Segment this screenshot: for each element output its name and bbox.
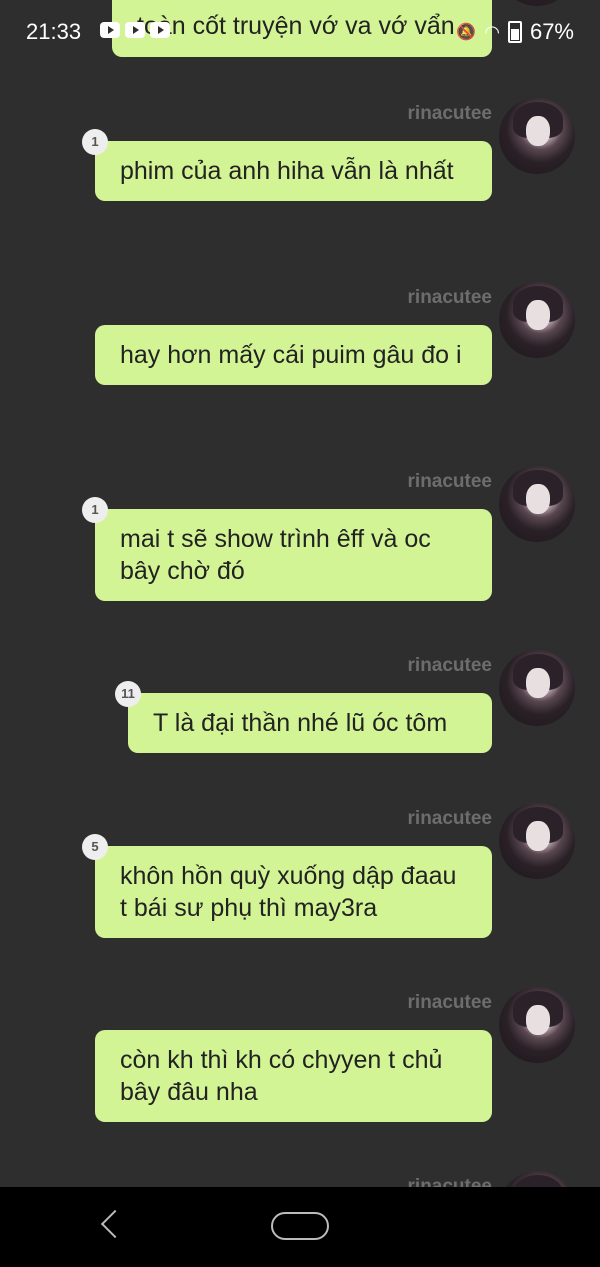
- message-bubble[interactable]: khôn hồn quỳ xuống dập đaau t bái sư phụ…: [95, 846, 492, 938]
- username: rinacutee: [407, 808, 492, 829]
- youtube-notification-icon: [150, 22, 170, 38]
- status-indicators: 🔕 ◠ 67%: [456, 19, 574, 45]
- username: rinacutee: [407, 992, 492, 1013]
- message-bubble[interactable]: mai t sẽ show trình êff và oc bây chờ đó: [95, 509, 492, 601]
- read-count-badge: 5: [82, 834, 108, 860]
- message-text: hay hơn mấy cái puim gâu đo i: [120, 341, 462, 369]
- home-icon[interactable]: [271, 1212, 329, 1240]
- youtube-notification-icon: [100, 22, 120, 38]
- battery-percent: 67%: [529, 19, 574, 44]
- status-bar: 21:33 🔕 ◠ 67%: [0, 0, 600, 62]
- read-count-badge: 1: [82, 129, 108, 155]
- message-text: T là đại thần nhé lũ óc tôm: [153, 709, 448, 737]
- read-count-badge: 11: [115, 681, 141, 707]
- username: rinacutee: [407, 471, 492, 492]
- message-text: mai t sẽ show trình êff và oc bây chờ đó: [120, 525, 431, 585]
- message-text: khôn hồn quỳ xuống dập đaau t bái sư phụ…: [120, 862, 457, 922]
- username: rinacutee: [407, 103, 492, 124]
- message-bubble[interactable]: còn kh thì kh có chyyen t chủ bây đâu nh…: [95, 1030, 492, 1122]
- username: rinacutee: [407, 287, 492, 308]
- status-time: 21:33: [26, 19, 82, 44]
- avatar[interactable]: [499, 282, 575, 358]
- message-bubble[interactable]: T là đại thần nhé lũ óc tôm: [128, 693, 492, 753]
- username: rinacutee: [407, 655, 492, 676]
- message-bubble[interactable]: hay hơn mấy cái puim gâu đo i: [95, 325, 492, 385]
- avatar[interactable]: [499, 98, 575, 174]
- message-bubble[interactable]: phim của anh hiha vẫn là nhất: [95, 141, 492, 201]
- back-icon[interactable]: [100, 1209, 130, 1239]
- battery-icon: [507, 21, 522, 43]
- avatar[interactable]: [499, 650, 575, 726]
- navigation-bar: [0, 1187, 600, 1267]
- notification-icons: [100, 22, 170, 38]
- message-text: còn kh thì kh có chyyen t chủ bây đâu nh…: [120, 1046, 443, 1106]
- mute-icon: 🔕: [456, 24, 477, 41]
- message-text: phim của anh hiha vẫn là nhất: [120, 157, 454, 185]
- avatar[interactable]: [499, 466, 575, 542]
- avatar[interactable]: [499, 987, 575, 1063]
- youtube-notification-icon: [125, 22, 145, 38]
- wifi-icon: ◠: [484, 21, 500, 42]
- read-count-badge: 1: [82, 497, 108, 523]
- avatar[interactable]: [499, 803, 575, 879]
